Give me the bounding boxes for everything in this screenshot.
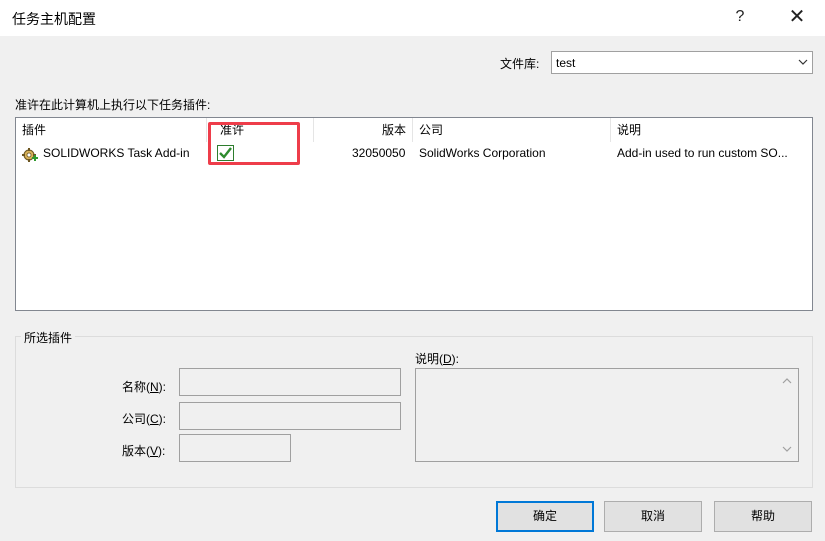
column-divider[interactable] bbox=[313, 118, 314, 142]
description-field[interactable] bbox=[415, 368, 799, 462]
name-field[interactable] bbox=[179, 368, 401, 396]
company-field[interactable] bbox=[179, 402, 401, 430]
highlight-annotation bbox=[208, 122, 300, 165]
version-label: 版本(V): bbox=[122, 444, 166, 458]
chevron-down-icon bbox=[798, 59, 808, 65]
help-button[interactable]: 帮助 bbox=[714, 501, 812, 532]
company-label: 公司(C): bbox=[122, 412, 167, 426]
library-label: 文件库: bbox=[500, 57, 540, 71]
column-header-description[interactable]: 说明 bbox=[617, 121, 641, 138]
window-title: 任务主机配置 bbox=[12, 11, 96, 27]
column-divider[interactable] bbox=[412, 118, 413, 142]
help-title-button[interactable]: ? bbox=[728, 6, 752, 30]
plugin-version: 32050050 bbox=[352, 146, 406, 160]
ok-button[interactable]: 确定 bbox=[496, 501, 594, 532]
plugin-list[interactable]: 插件 准许 版本 公司 说明 SOLIDWORKS Task Add-in 32… bbox=[15, 117, 813, 311]
selected-plugin-group-title: 所选插件 bbox=[21, 329, 76, 346]
close-button[interactable]: ✕ bbox=[785, 6, 809, 30]
library-dropdown-value: test bbox=[556, 56, 576, 70]
column-header-plugin[interactable]: 插件 bbox=[22, 121, 46, 138]
plugin-name: SOLIDWORKS Task Add-in bbox=[43, 146, 190, 160]
name-label: 名称(N): bbox=[122, 380, 167, 394]
column-divider[interactable] bbox=[206, 118, 207, 142]
chevron-up-icon[interactable] bbox=[782, 377, 792, 385]
description-label: 说明(D): bbox=[415, 352, 460, 366]
chevron-down-icon[interactable] bbox=[782, 445, 792, 453]
plugin-description: Add-in used to run custom SO... bbox=[617, 146, 788, 160]
gear-plus-icon bbox=[22, 148, 38, 162]
title-bar: 任务主机配置 ? ✕ bbox=[0, 0, 825, 36]
cancel-button[interactable]: 取消 bbox=[604, 501, 702, 532]
plugin-company: SolidWorks Corporation bbox=[419, 146, 546, 160]
column-header-company[interactable]: 公司 bbox=[419, 121, 443, 138]
plugin-list-caption: 准许在此计算机上执行以下任务插件: bbox=[15, 98, 211, 112]
column-divider[interactable] bbox=[610, 118, 611, 142]
version-field[interactable] bbox=[179, 434, 291, 462]
library-dropdown[interactable]: test bbox=[551, 51, 813, 74]
column-header-version[interactable]: 版本 bbox=[382, 121, 406, 138]
